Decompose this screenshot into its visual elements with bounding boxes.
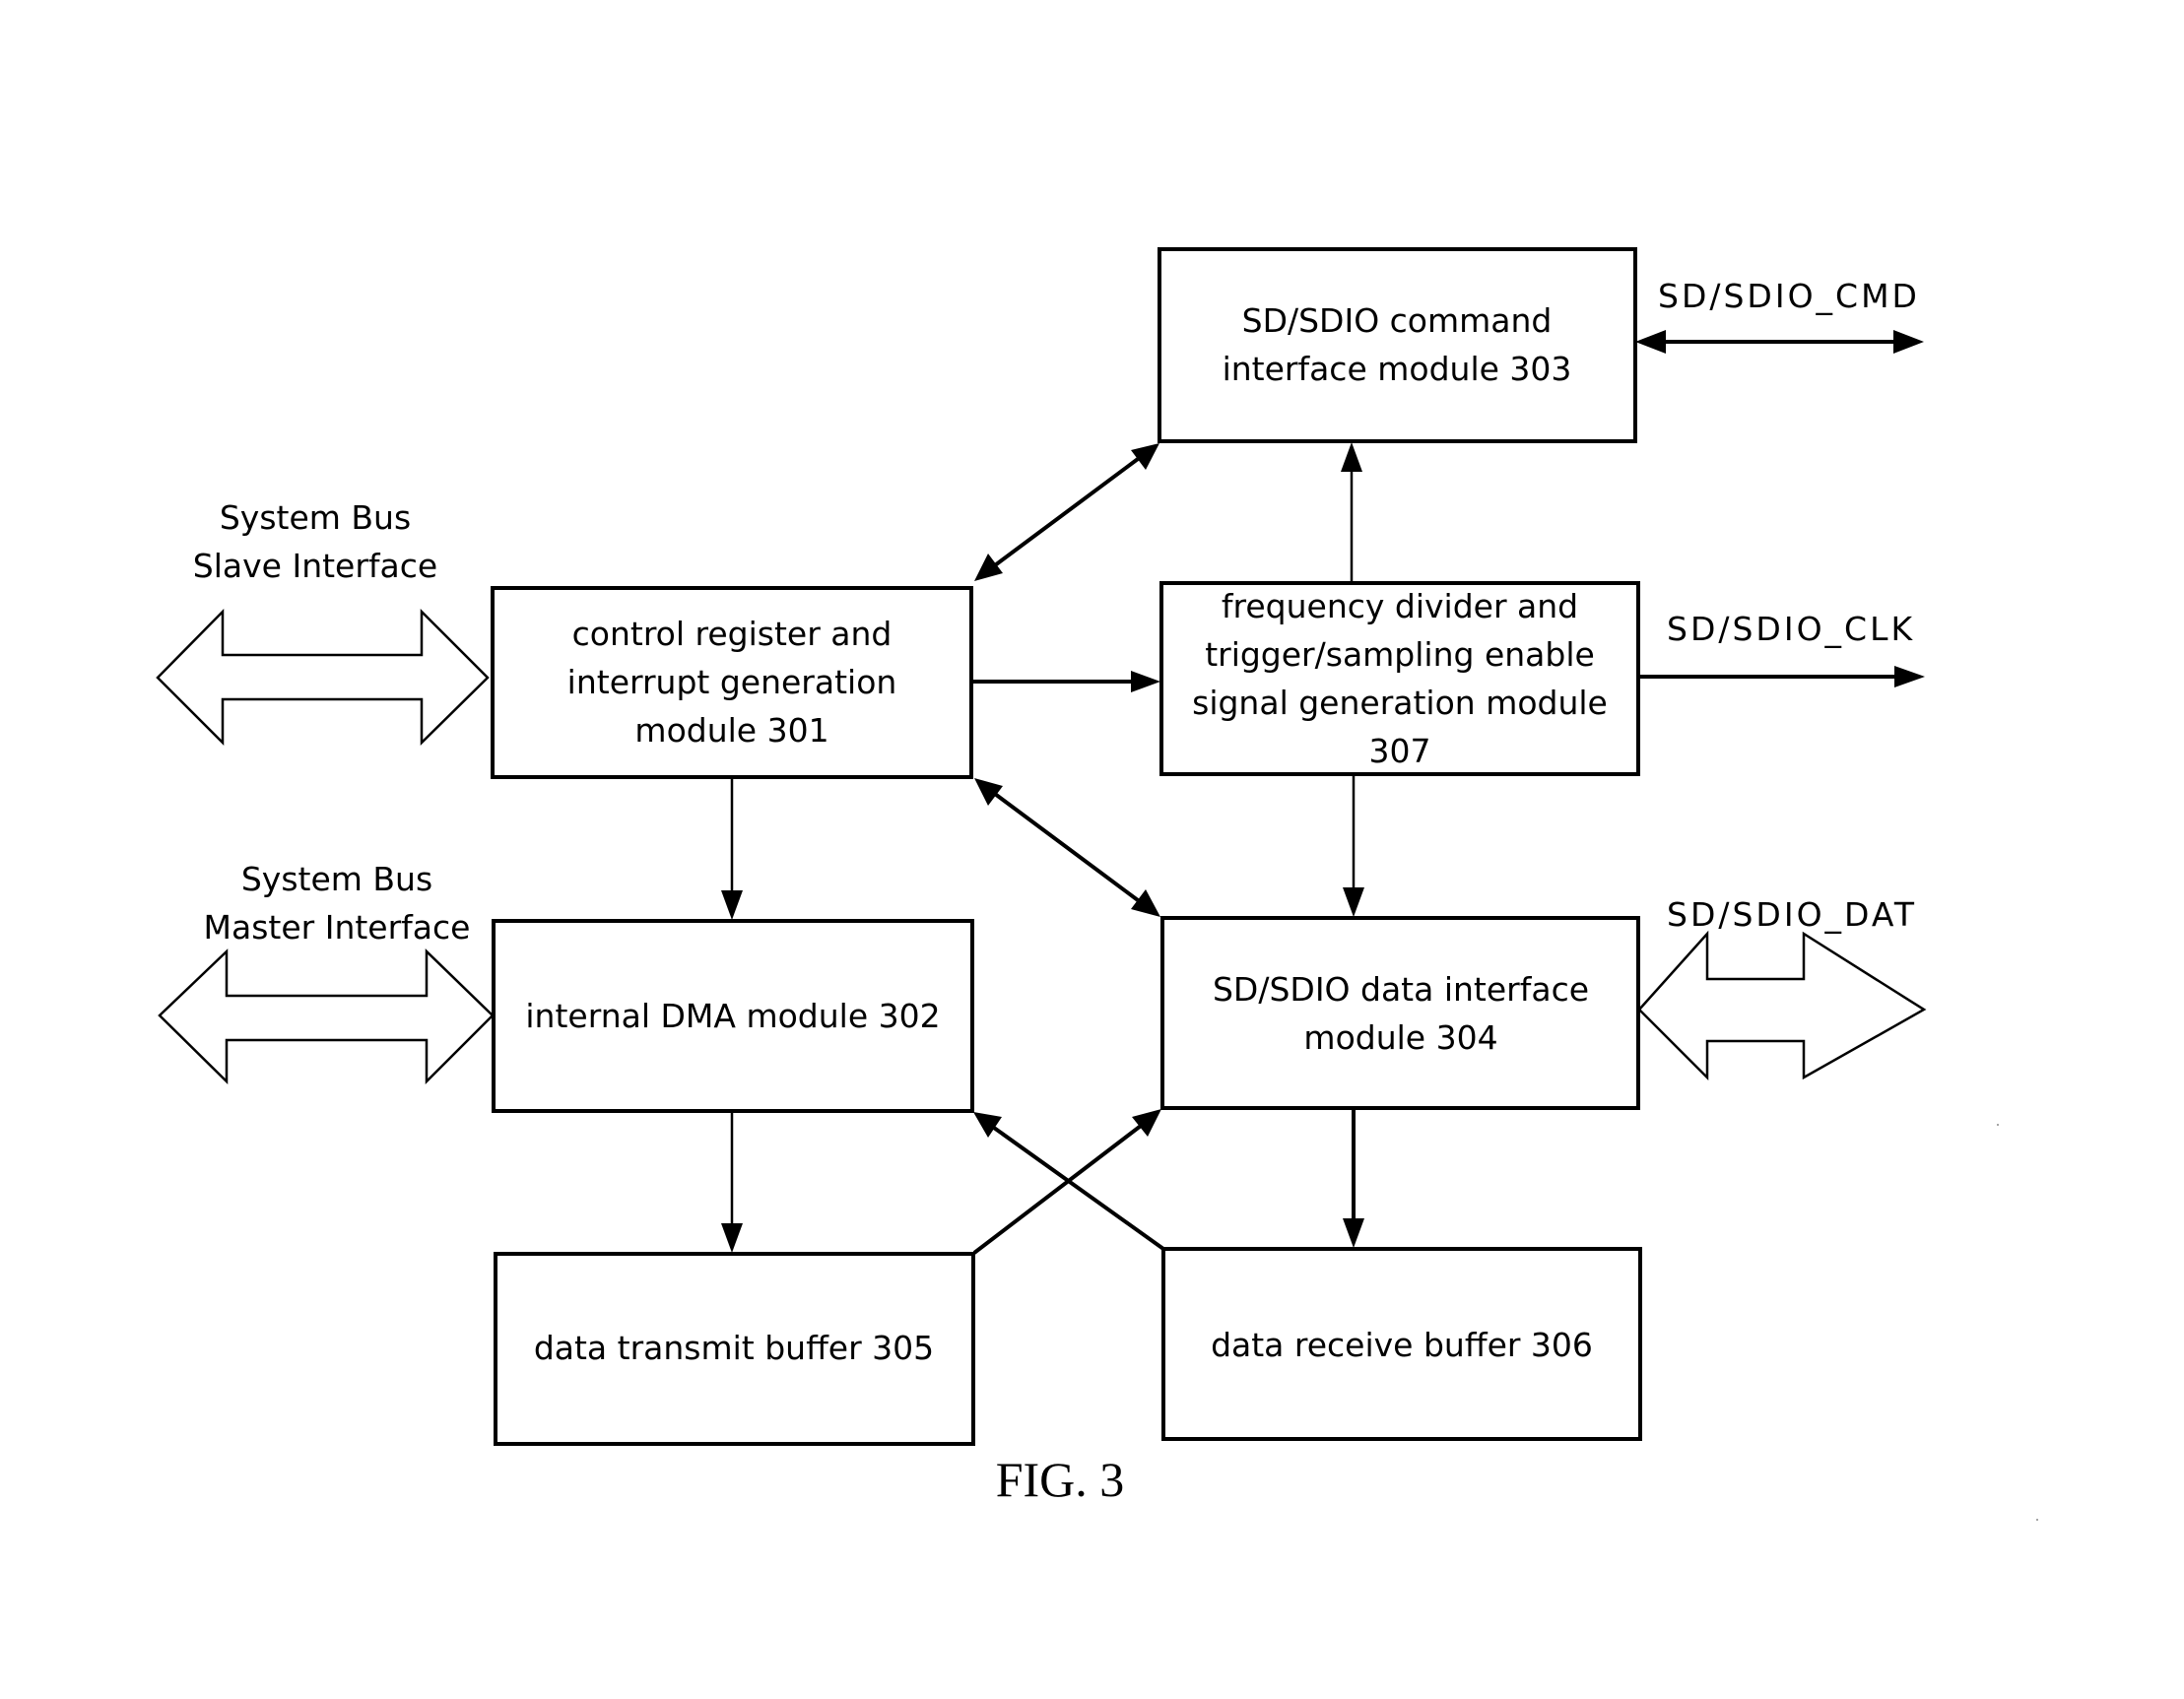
module-301-label-line-3: module 301 — [634, 711, 828, 750]
module-307-label-line-2: trigger/sampling enable — [1205, 635, 1595, 674]
module-307-label-line-4: 307 — [1369, 732, 1431, 770]
module-304-label-line-2: module 304 — [1303, 1018, 1497, 1057]
module-303-label-line-2: interface module 303 — [1223, 350, 1572, 388]
scan-speck — [1997, 1124, 1999, 1126]
arrowhead-to-302-from-306 — [973, 1112, 1002, 1138]
module-304-data-interface: SD/SDIO data interface module 304 — [1160, 916, 1640, 1110]
slave-interface-label-line-2: Slave Interface — [193, 547, 437, 585]
signal-clk-arrow — [1638, 666, 1925, 687]
module-305-label: data transmit buffer 305 — [534, 1329, 934, 1367]
arrow-301-303-bidirectional — [974, 443, 1159, 581]
arrowhead-to-306 — [1343, 1218, 1364, 1248]
module-302-label: internal DMA module 302 — [525, 997, 940, 1035]
signal-clk-label: SD/SDIO_CLK — [1667, 610, 1915, 648]
module-306-receive-buffer: data receive buffer 306 — [1161, 1247, 1642, 1441]
module-303-label-line-1: SD/SDIO command — [1242, 301, 1553, 340]
arrowhead-to-303 — [1131, 443, 1159, 470]
arrowhead-to-304 — [1131, 889, 1160, 917]
block-diagram: SD/SDIO command interface module 303 con… — [156, 247, 2038, 1521]
arrowhead-to-302 — [721, 890, 743, 920]
master-interface-label-line-1: System Bus — [241, 860, 432, 898]
master-interface-label-line-2: Master Interface — [204, 908, 471, 947]
signal-dat-bus-arrow — [1637, 930, 1927, 1081]
module-304-label-line-1: SD/SDIO data interface — [1213, 970, 1589, 1009]
module-307-label-line-3: signal generation module — [1192, 684, 1608, 722]
arrow-301-302 — [721, 777, 743, 920]
arrow-301-304-bidirectional — [974, 778, 1160, 917]
signal-dat-label: SD/SDIO_DAT — [1667, 895, 1917, 934]
arrow-307-304 — [1343, 774, 1364, 917]
arrowhead-to-301 — [974, 554, 1003, 581]
module-305-transmit-buffer: data transmit buffer 305 — [494, 1252, 975, 1446]
arrowhead-to-307 — [1131, 671, 1160, 692]
module-301-label-line-2: interrupt generation — [567, 663, 897, 701]
arrow-304-306 — [1343, 1108, 1364, 1248]
arrowhead-clk — [1894, 666, 1925, 687]
module-301-label-line-1: control register and — [572, 615, 893, 653]
arrowhead-to-304-from-305 — [1132, 1109, 1161, 1137]
module-306-label: data receive buffer 306 — [1211, 1326, 1593, 1364]
arrow-302-305 — [721, 1111, 743, 1253]
slave-interface-label-line-1: System Bus — [220, 498, 411, 537]
figure-caption: FIG. 3 — [996, 1452, 1125, 1507]
arrowhead-cmd-right — [1893, 330, 1924, 354]
module-307-frequency-divider: frequency divider and trigger/sampling e… — [1159, 581, 1640, 776]
arrow-301-307 — [972, 671, 1160, 692]
master-interface-bus-arrow — [158, 948, 495, 1085]
signal-cmd-arrow — [1635, 330, 1924, 354]
arrow-307-303 — [1341, 442, 1362, 583]
arrowhead-to-304-from-307 — [1343, 887, 1364, 917]
arrowhead-to-305 — [721, 1223, 743, 1253]
module-303-command-interface: SD/SDIO command interface module 303 — [1158, 247, 1637, 443]
arrowhead-cmd-left — [1635, 330, 1666, 354]
scan-speck — [2036, 1519, 2038, 1521]
slave-interface-bus-arrow — [156, 608, 490, 747]
module-304-box — [1160, 916, 1640, 1110]
module-302-internal-dma: internal DMA module 302 — [492, 919, 974, 1113]
signal-cmd-label: SD/SDIO_CMD — [1658, 277, 1920, 315]
module-307-label-line-1: frequency divider and — [1222, 587, 1578, 625]
module-303-box — [1158, 247, 1637, 443]
module-301-control-register: control register and interrupt generatio… — [491, 586, 973, 779]
arrowhead-to-301-lower — [974, 778, 1003, 806]
arrowhead-to-303-from-307 — [1341, 442, 1362, 472]
